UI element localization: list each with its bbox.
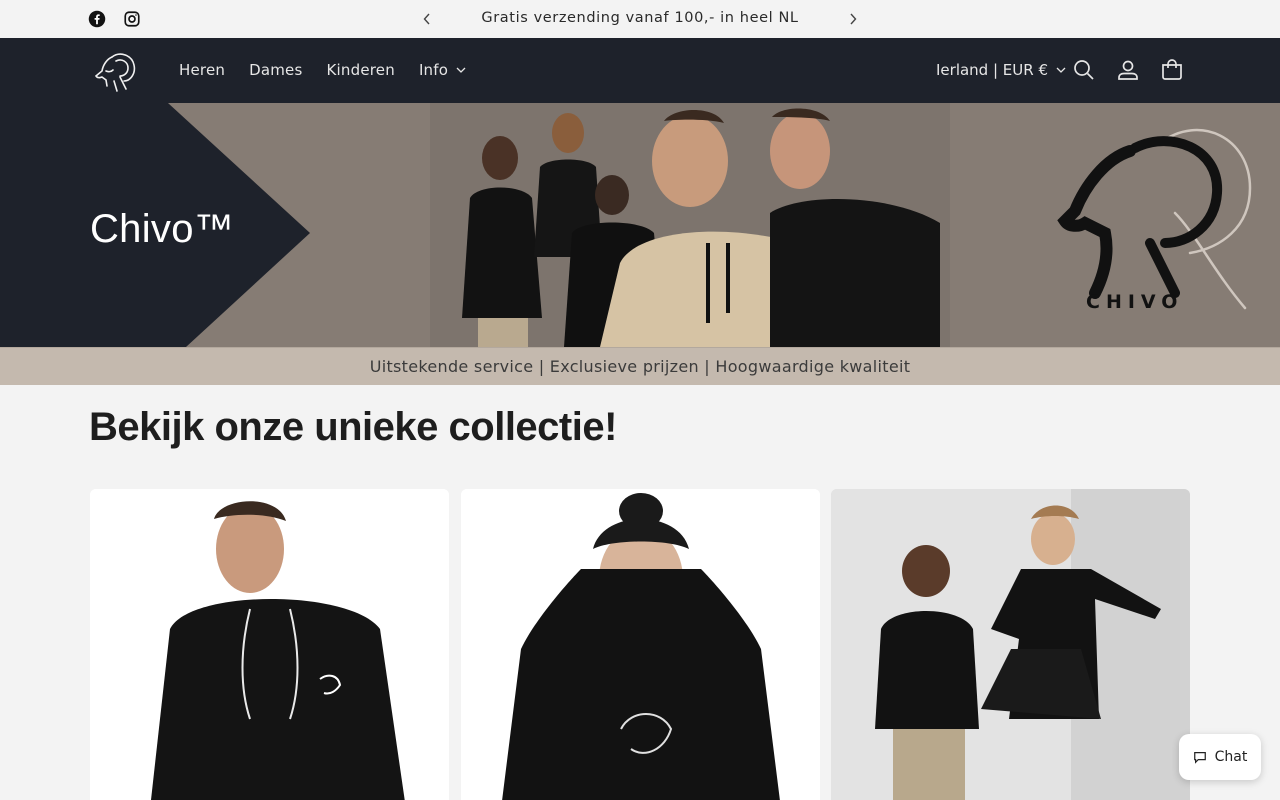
card-image-kids (831, 489, 1190, 800)
nav-kinderen[interactable]: Kinderen (327, 61, 395, 79)
announcement-bar: Gratis verzending vanaf 100,- in heel NL (0, 0, 1280, 38)
logo-ram-icon[interactable] (92, 47, 138, 95)
hero-banner[interactable]: Chivo™ CHIVO (0, 103, 1280, 347)
collection-card-dames[interactable] (461, 489, 820, 800)
cart-icon[interactable] (1160, 58, 1184, 82)
tagline-strip: Uitstekende service | Exclusieve prijzen… (0, 347, 1280, 385)
card-image-man-hoodie (90, 489, 449, 800)
nav-heren[interactable]: Heren (179, 61, 225, 79)
collection-title: Bekijk onze unieke collectie! (89, 405, 617, 449)
search-icon[interactable] (1072, 58, 1096, 82)
chat-label: Chat (1214, 749, 1248, 765)
hero-title: Chivo™ (90, 207, 235, 251)
chevron-down-icon (1056, 67, 1066, 73)
instagram-icon[interactable] (123, 10, 141, 28)
country-selector[interactable]: Ierland | EUR € (936, 61, 1066, 79)
collection-card-kinderen[interactable] (831, 489, 1190, 800)
site-header: Heren Dames Kinderen Info Ierland | EUR … (0, 38, 1280, 103)
card-image-woman-hoodie (461, 489, 820, 800)
chat-bubble-icon (1193, 752, 1206, 764)
hero-brand-wordmark: CHIVO (1086, 291, 1184, 313)
chat-button[interactable]: Chat (1179, 734, 1261, 780)
country-selector-label: Ierland | EUR € (936, 61, 1048, 79)
nav-info-label: Info (418, 61, 449, 79)
collection-card-heren[interactable] (90, 489, 449, 800)
nav-info[interactable]: Info (419, 61, 466, 79)
announcement-next-button[interactable] (843, 9, 863, 29)
chevron-down-icon (456, 67, 466, 73)
facebook-icon[interactable] (88, 10, 106, 28)
nav-dames[interactable]: Dames (249, 61, 302, 79)
account-icon[interactable] (1116, 58, 1140, 82)
announcement-prev-button[interactable] (417, 9, 437, 29)
main-nav: Heren Dames Kinderen Info (179, 61, 490, 79)
announcement-text: Gratis verzending vanaf 100,- in heel NL (481, 10, 799, 26)
